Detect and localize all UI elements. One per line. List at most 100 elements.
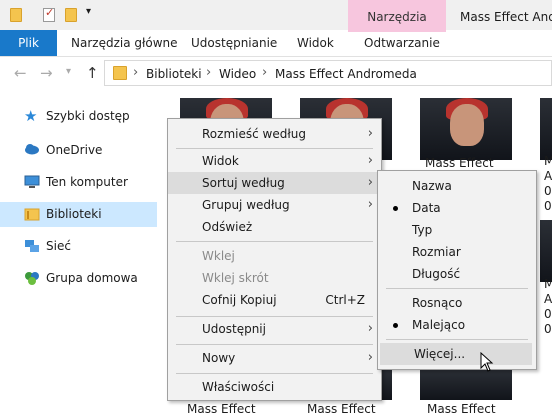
menu-item-arrange-by[interactable]: Rozmieść według › <box>168 123 381 145</box>
menu-item-undo-copy[interactable]: Cofnij Kopiuj Ctrl+Z <box>168 289 381 311</box>
file-name[interactable]: Mass Effect <box>187 402 256 416</box>
ribbon-tabs: Plik Narzędzia główne Udostępnianie Wido… <box>0 30 552 57</box>
star-icon: ★ <box>24 107 38 125</box>
folder-icon[interactable] <box>10 8 22 22</box>
sort-option-type[interactable]: Typ <box>378 219 536 241</box>
nav-item-homegroup[interactable]: Grupa domowa <box>0 266 157 291</box>
keyboard-shortcut: Ctrl+Z <box>325 293 365 307</box>
menu-item-label: Właściwości <box>202 380 275 394</box>
file-name[interactable]: M <box>544 277 552 291</box>
menu-item-group-by[interactable]: Grupuj według › <box>168 194 381 216</box>
file-detail: 0 <box>544 199 552 213</box>
sort-option-ascending[interactable]: Rosnąco <box>378 292 536 314</box>
menu-item-label: Widok <box>202 154 239 168</box>
menu-item-paste-shortcut[interactable]: Wklej skrót <box>168 267 381 289</box>
chevron-right-icon: › <box>367 153 373 168</box>
video-thumbnail[interactable] <box>540 220 552 282</box>
menu-item-sort-by[interactable]: Sortuj według › <box>168 172 381 194</box>
file-name[interactable]: Mass Effect <box>425 156 494 170</box>
menu-separator <box>176 373 373 374</box>
menu-item-label: Wklej <box>202 249 235 263</box>
menu-item-label: Rozmiar <box>412 245 461 259</box>
nav-item-label: OneDrive <box>46 143 103 157</box>
file-name[interactable]: M <box>544 154 552 168</box>
file-detail: 0 <box>544 307 552 321</box>
breadcrumb-separator[interactable]: › <box>262 65 267 80</box>
chevron-right-icon: › <box>367 350 373 365</box>
nav-item-label: Ten komputer <box>46 175 128 189</box>
tab-share[interactable]: Udostępnianie <box>191 30 277 56</box>
sort-option-descending[interactable]: Malejąco <box>378 314 536 336</box>
nav-item-label: Biblioteki <box>46 207 102 221</box>
menu-item-label: Grupuj według <box>202 198 290 212</box>
video-thumbnail[interactable] <box>540 98 552 160</box>
tab-file[interactable]: Plik <box>0 30 57 56</box>
window-title: Mass Effect Andro <box>460 10 552 24</box>
up-arrow-icon[interactable]: ↑ <box>86 64 99 82</box>
breadcrumb-current-folder[interactable]: Mass Effect Andromeda <box>275 67 417 81</box>
tab-playback[interactable]: Odtwarzanie <box>364 30 440 56</box>
menu-separator <box>386 288 528 289</box>
title-bar: ▾ Narzędzia wideo Mass Effect Andro <box>0 0 552 58</box>
sort-option-name[interactable]: Nazwa <box>378 175 536 197</box>
properties-check-icon[interactable] <box>43 6 55 22</box>
context-menu: Rozmieść według › Widok › Sortuj według … <box>167 118 382 401</box>
menu-item-refresh[interactable]: Odśwież <box>168 216 381 238</box>
breadcrumb-separator[interactable]: › <box>133 65 138 80</box>
qat-dropdown-icon[interactable]: ▾ <box>86 6 91 17</box>
address-bar[interactable]: › Biblioteki › Wideo › Mass Effect Andro… <box>104 60 552 86</box>
video-thumbnail[interactable] <box>420 98 512 160</box>
menu-item-label: Więcej... <box>414 347 466 361</box>
menu-item-paste[interactable]: Wklej <box>168 245 381 267</box>
recent-dropdown-icon[interactable]: ▾ <box>66 66 71 77</box>
mouse-pointer-icon <box>480 352 494 372</box>
tab-view[interactable]: Widok <box>297 30 334 56</box>
computer-icon <box>24 175 40 190</box>
menu-item-label: Data <box>412 201 441 215</box>
menu-item-label: Wklej skrót <box>202 271 269 285</box>
nav-item-onedrive[interactable]: OneDrive <box>0 138 157 163</box>
back-arrow-icon[interactable]: ← <box>14 64 27 82</box>
file-name[interactable]: Mass Effect <box>307 402 376 416</box>
new-folder-icon[interactable] <box>65 8 77 22</box>
nav-item-this-pc[interactable]: Ten komputer <box>0 170 157 195</box>
breadcrumb-libraries[interactable]: Biblioteki <box>146 67 202 81</box>
menu-item-label: Nazwa <box>412 179 452 193</box>
menu-item-share[interactable]: Udostępnij › <box>168 318 381 340</box>
file-detail: A <box>544 292 552 306</box>
menu-item-properties[interactable]: Właściwości <box>168 376 381 398</box>
chevron-right-icon: › <box>367 197 373 212</box>
breadcrumb-video[interactable]: Wideo <box>219 67 256 81</box>
tab-home[interactable]: Narzędzia główne <box>71 30 178 56</box>
menu-separator <box>176 148 373 149</box>
address-row: ← → ▾ ↑ › Biblioteki › Wideo › Mass Effe… <box>0 57 552 89</box>
sort-option-more[interactable]: Więcej... <box>380 343 532 365</box>
cloud-icon <box>24 143 40 158</box>
nav-item-label: Grupa domowa <box>46 271 138 285</box>
breadcrumb-separator[interactable]: › <box>206 65 211 80</box>
menu-item-label: Malejąco <box>412 318 466 332</box>
nav-item-network[interactable]: Sieć <box>0 234 157 259</box>
video-thumbnail[interactable] <box>420 370 512 400</box>
chevron-right-icon: › <box>367 321 373 336</box>
menu-item-label: Udostępnij <box>202 322 266 336</box>
menu-separator <box>176 316 373 317</box>
menu-item-new[interactable]: Nowy › <box>168 347 381 369</box>
nav-item-quick-access[interactable]: ★ Szybki dostęp <box>0 104 157 129</box>
sort-option-size[interactable]: Rozmiar <box>378 241 536 263</box>
menu-item-view[interactable]: Widok › <box>168 150 381 172</box>
sort-option-date[interactable]: Data <box>378 197 536 219</box>
menu-item-label: Rosnąco <box>412 296 463 310</box>
nav-item-label: Sieć <box>46 239 71 253</box>
nav-item-libraries[interactable]: Biblioteki <box>0 202 157 227</box>
menu-item-label: Sortuj według <box>202 176 285 190</box>
forward-arrow-icon[interactable]: → <box>40 64 53 82</box>
sort-option-length[interactable]: Długość <box>378 263 536 285</box>
chevron-right-icon: › <box>367 126 373 141</box>
menu-separator <box>176 241 373 242</box>
menu-separator <box>176 344 373 345</box>
homegroup-icon <box>24 271 40 286</box>
libraries-icon <box>24 207 40 222</box>
file-name[interactable]: Mass Effect <box>427 402 496 416</box>
folder-icon <box>113 66 127 80</box>
